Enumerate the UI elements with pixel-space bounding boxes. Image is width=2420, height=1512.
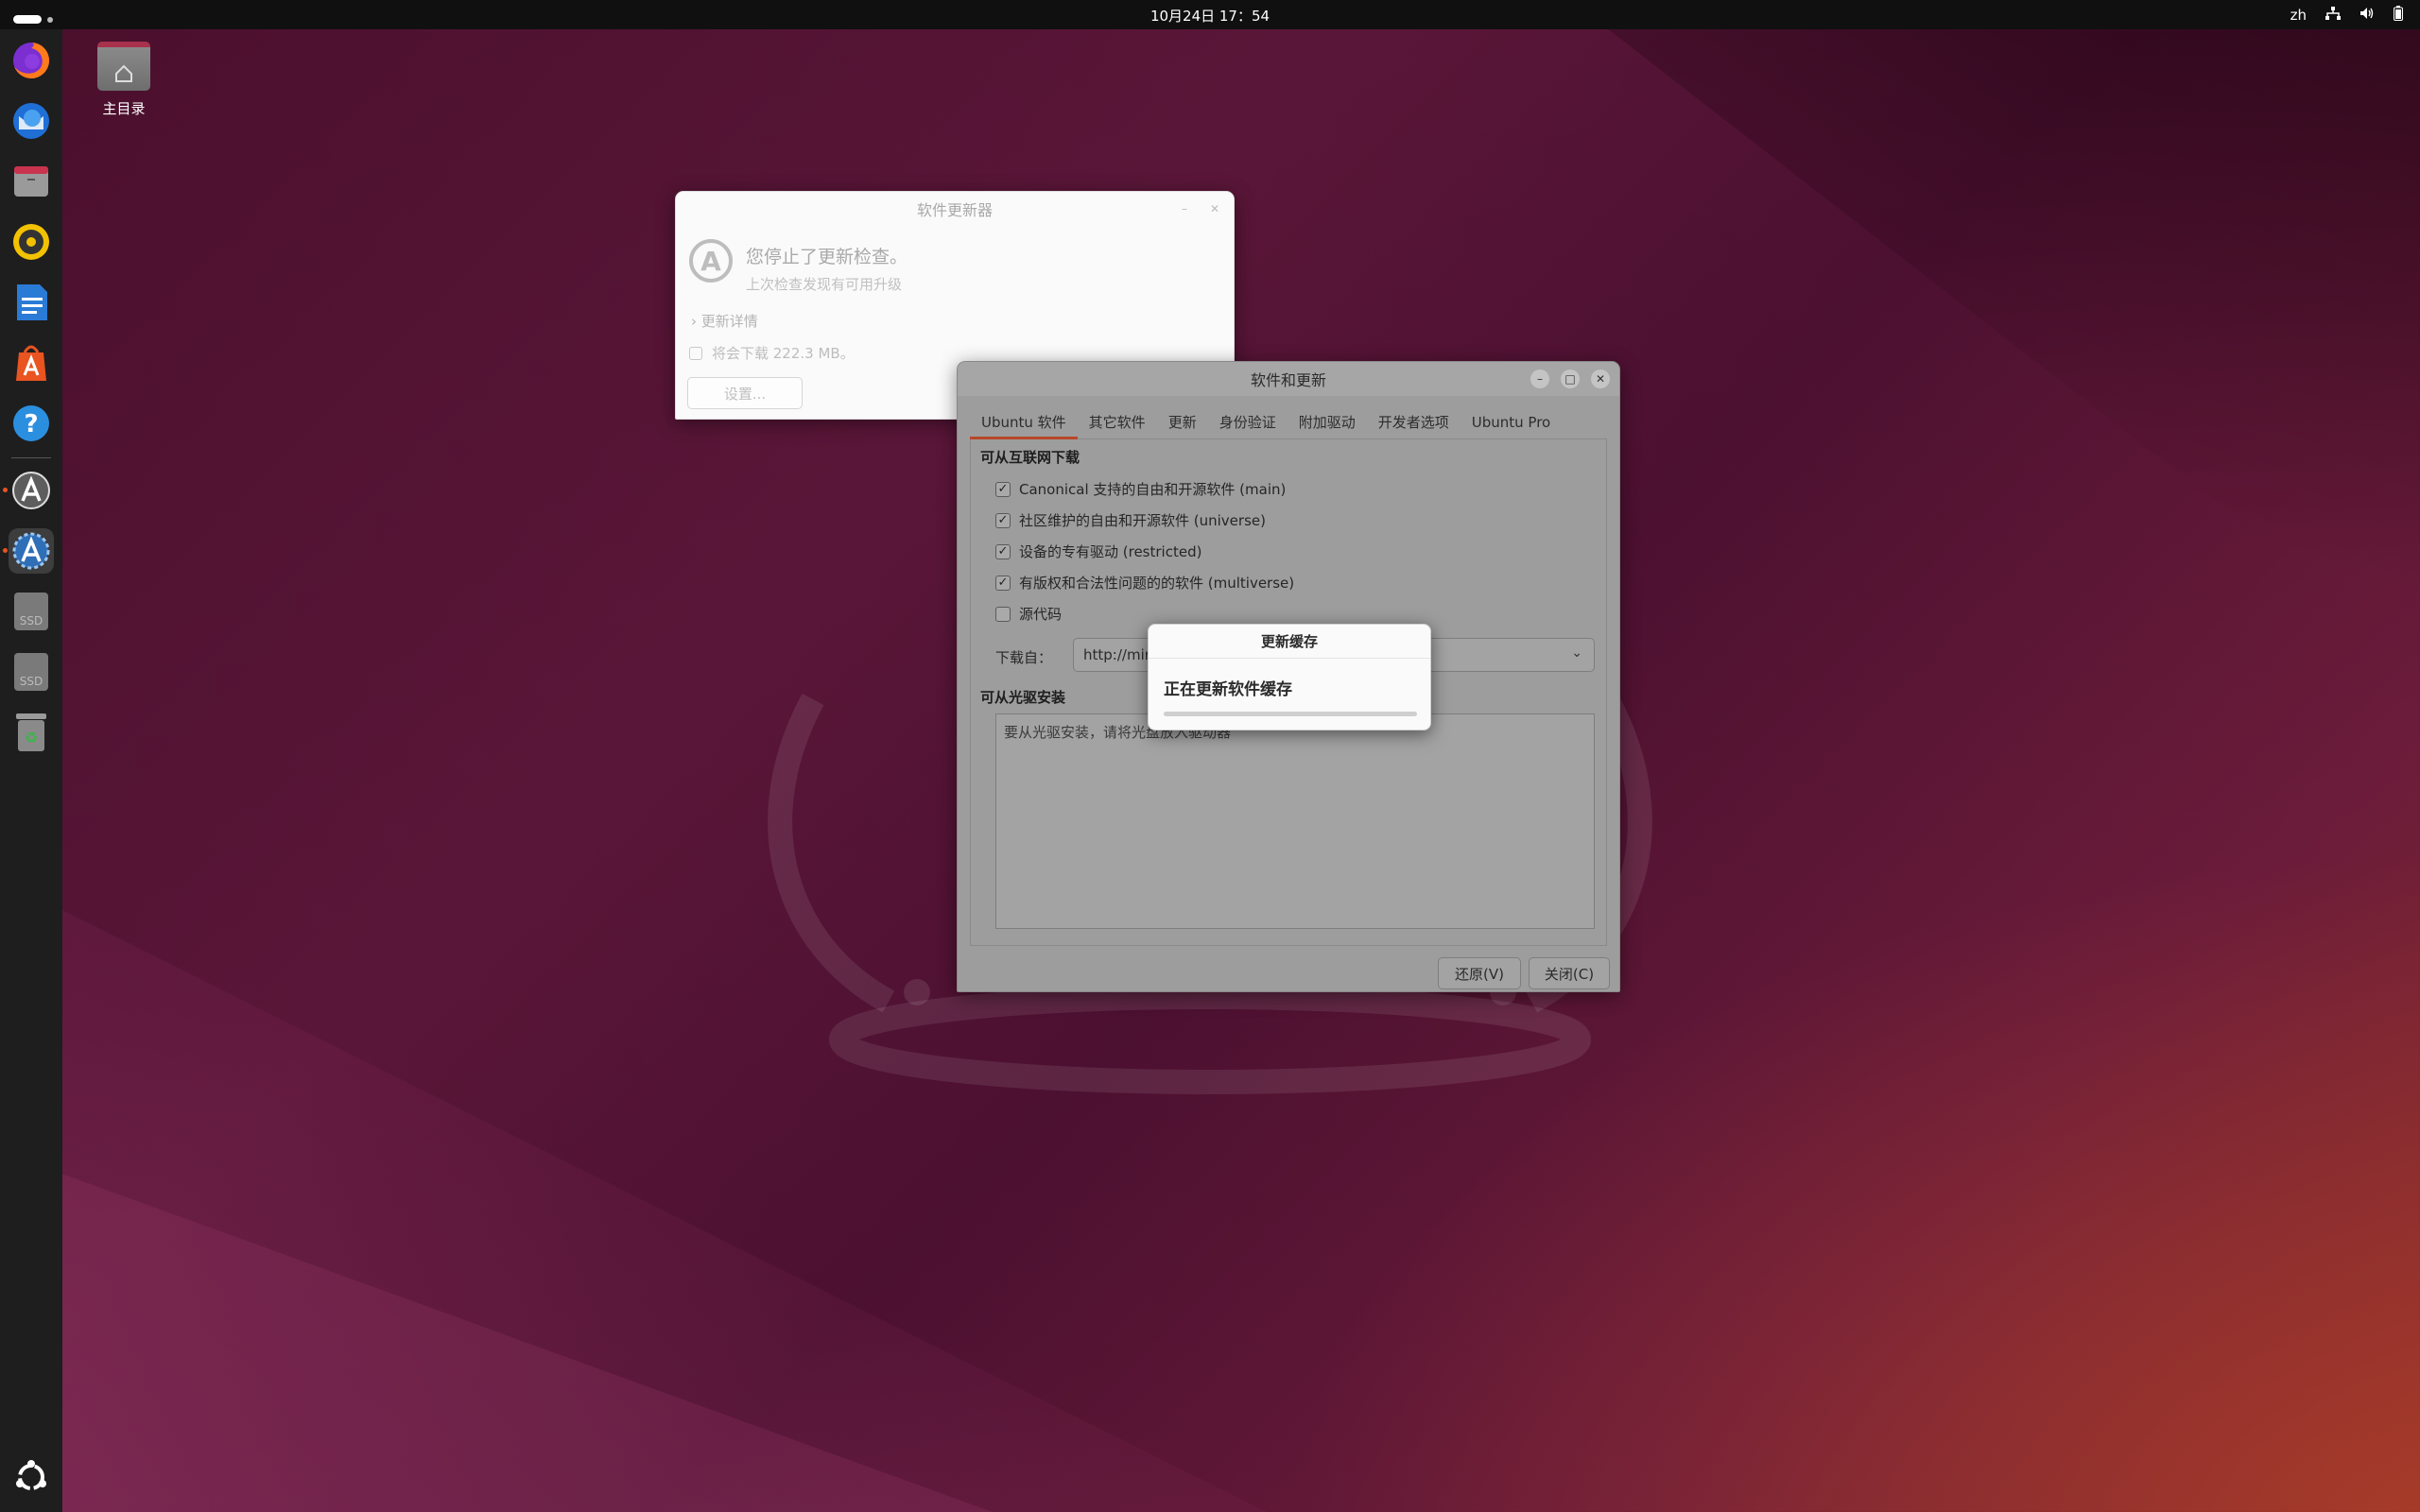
running-indicator <box>3 488 8 492</box>
wallpaper-light <box>57 907 1380 1512</box>
component-universe[interactable]: ✓ 社区维护的自由和开源软件 (universe) <box>995 510 1266 530</box>
trash-icon: ♻ <box>16 713 46 751</box>
tab-authentication[interactable]: 身份验证 <box>1208 407 1288 439</box>
updater-settings-button[interactable]: 设置... <box>687 377 803 409</box>
component-source-code[interactable]: 源代码 <box>995 604 1062 624</box>
update-details-expander[interactable]: › 更新详情 <box>691 311 758 331</box>
minimize-button[interactable]: – <box>1530 369 1549 388</box>
wallpaper-shade <box>1607 28 2420 690</box>
swu-tab-bar: Ubuntu 软件 其它软件 更新 身份验证 附加驱动 开发者选项 Ubuntu… <box>970 407 1607 439</box>
dialog-message: 正在更新软件缓存 <box>1164 680 1292 699</box>
revert-button[interactable]: 还原(V) <box>1438 957 1521 989</box>
home-folder-label: 主目录 <box>102 100 146 117</box>
updater-status-title: 您停止了更新检查。 <box>746 247 908 267</box>
updater-title: 软件更新器 <box>916 201 993 219</box>
svg-text:SSD: SSD <box>20 675 43 688</box>
svg-text:?: ? <box>24 410 38 438</box>
svg-text:SSD: SSD <box>20 614 43 627</box>
running-indicator <box>3 548 8 553</box>
software-updater-icon <box>12 472 50 509</box>
dock-separator <box>11 457 51 458</box>
files-launcher[interactable] <box>9 159 54 204</box>
download-size-row: 将会下载 222.3 MB。 <box>689 343 855 363</box>
download-server-value: http://mirr <box>1083 646 1156 663</box>
ssd-drive-2[interactable]: SSD <box>9 649 54 695</box>
writer-launcher[interactable] <box>9 280 54 325</box>
clock[interactable]: 10月24日 17：54 <box>0 6 2420 26</box>
firefox-icon <box>13 42 50 78</box>
checkbox-unchecked-icon[interactable] <box>995 606 1011 622</box>
rhythmbox-icon <box>13 224 49 260</box>
update-cache-dialog: 更新缓存 正在更新软件缓存 <box>1148 624 1431 730</box>
system-tray[interactable]: zh <box>2290 6 2403 25</box>
dock: ? SSD SSD ♻ <box>0 29 62 1512</box>
thunderbird-launcher[interactable] <box>9 98 54 144</box>
updater-status-sub: 上次检查发现有可用升级 <box>746 276 903 293</box>
close-dialog-button[interactable]: 关闭(C) <box>1529 957 1610 989</box>
volume-icon[interactable] <box>2360 7 2375 24</box>
files-icon <box>14 166 48 197</box>
ssd-drive-1[interactable]: SSD <box>9 589 54 634</box>
swu-titlebar[interactable]: 软件和更新 – □ ✕ <box>958 362 1619 396</box>
app-center-icon <box>16 345 46 381</box>
network-icon[interactable] <box>2325 7 2341 24</box>
checkbox-checked-icon[interactable]: ✓ <box>995 481 1011 497</box>
component-restricted[interactable]: ✓ 设备的专有驱动 (restricted) <box>995 541 1201 561</box>
download-size-text: 将会下载 222.3 MB。 <box>712 345 855 362</box>
help-launcher[interactable]: ? <box>9 401 54 446</box>
checkbox-checked-icon[interactable]: ✓ <box>995 543 1011 559</box>
checkbox-checked-icon[interactable]: ✓ <box>995 512 1011 528</box>
component-multiverse[interactable]: ✓ 有版权和合法性问题的的软件 (multiverse) <box>995 573 1294 593</box>
battery-icon[interactable] <box>2394 6 2403 25</box>
writer-icon <box>17 284 47 320</box>
close-button[interactable]: ✕ <box>1591 369 1610 388</box>
updater-titlebar[interactable]: 软件更新器 – ✕ <box>676 192 1234 226</box>
swu-title: 软件和更新 <box>1250 371 1326 389</box>
trash-launcher[interactable]: ♻ <box>9 710 54 755</box>
desktop-home-folder[interactable]: 主目录 <box>91 42 157 118</box>
minimize-button[interactable]: – <box>1175 199 1194 218</box>
internet-section-title: 可从互联网下载 <box>980 449 1080 466</box>
top-bar: 10月24日 17：54 zh <box>0 0 2420 29</box>
show-apps-button[interactable] <box>9 1454 54 1500</box>
updater-logo-icon: A <box>689 239 733 283</box>
firefox-launcher[interactable] <box>9 38 54 83</box>
tab-other-software[interactable]: 其它软件 <box>1078 407 1157 439</box>
update-progress-bar <box>1164 712 1417 716</box>
ubuntu-apps-icon <box>16 1460 46 1490</box>
cdrom-section-title: 可从光驱安装 <box>980 689 1066 706</box>
app-center-launcher[interactable] <box>9 340 54 386</box>
home-folder-icon <box>97 42 150 91</box>
tab-developer-options[interactable]: 开发者选项 <box>1367 407 1461 439</box>
software-updater-launcher[interactable] <box>9 468 54 513</box>
ssd-icon: SSD <box>14 653 48 691</box>
chevron-down-icon: ⌄ <box>1571 645 1582 661</box>
input-language[interactable]: zh <box>2290 7 2307 24</box>
ssd-icon: SSD <box>14 593 48 630</box>
software-properties-launcher[interactable] <box>9 528 54 574</box>
tab-updates[interactable]: 更新 <box>1157 407 1208 439</box>
software-properties-icon <box>12 532 50 570</box>
cdrom-list[interactable]: 要从光驱安装，请将光盘放入驱动器 <box>995 713 1595 929</box>
tab-additional-drivers[interactable]: 附加驱动 <box>1288 407 1367 439</box>
maximize-button[interactable]: □ <box>1561 369 1580 388</box>
rhythmbox-launcher[interactable] <box>9 219 54 265</box>
dialog-title: 更新缓存 <box>1149 625 1430 659</box>
close-button[interactable]: ✕ <box>1205 199 1224 218</box>
progress-fill <box>1164 712 1417 716</box>
chevron-right-icon: › <box>691 313 697 330</box>
tab-ubuntu-software[interactable]: Ubuntu 软件 <box>970 407 1078 439</box>
wallpaper-light-2 <box>57 1172 1097 1512</box>
svg-text:♻: ♻ <box>25 729 38 747</box>
download-from-label: 下载自： <box>995 649 1053 666</box>
help-icon: ? <box>13 405 49 441</box>
checkbox-checked-icon[interactable]: ✓ <box>995 575 1011 591</box>
component-main[interactable]: ✓ Canonical 支持的自由和开源软件 (main) <box>995 479 1286 499</box>
tab-ubuntu-pro[interactable]: Ubuntu Pro <box>1461 407 1562 439</box>
thunderbird-icon <box>13 103 49 139</box>
package-icon <box>689 346 702 360</box>
